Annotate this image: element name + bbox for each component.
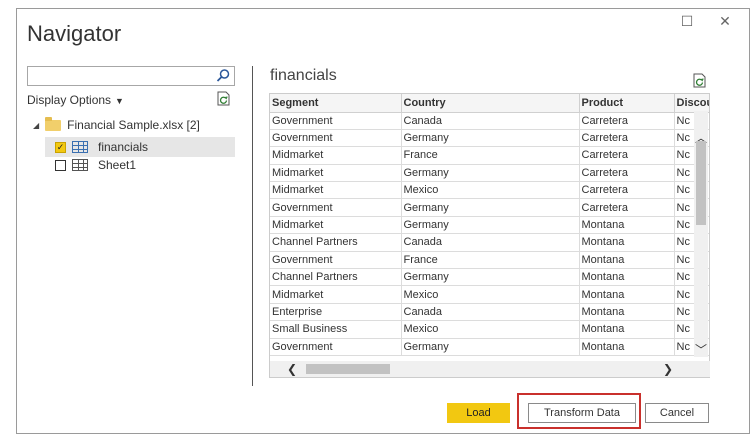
tree-node-workbook[interactable]: ◢ Financial Sample.xlsx [2]: [33, 116, 200, 132]
table-cell[interactable]: Montana: [579, 338, 675, 356]
checkbox-sheet1[interactable]: [55, 159, 66, 171]
maximize-icon[interactable]: ☐: [677, 11, 697, 31]
display-options-dropdown[interactable]: Display Options ▼: [27, 93, 124, 107]
tree-item-sheet1[interactable]: Sheet1: [45, 158, 136, 172]
table-cell[interactable]: Carretera: [579, 164, 675, 183]
table-row: Midmarket Germany Carretera Nc: [270, 164, 709, 183]
navigator-dialog: ☐ ✕ Navigator Display Options ▼ ◢ Financi…: [16, 8, 750, 434]
folder-icon: [45, 116, 62, 131]
table-cell[interactable]: Montana: [579, 216, 675, 235]
vertical-scrollbar[interactable]: ︿ ﹀: [694, 111, 708, 357]
scroll-down-icon[interactable]: ﹀: [694, 343, 708, 357]
horizontal-scroll-thumb[interactable]: [306, 364, 390, 374]
table-cell[interactable]: Canada: [401, 233, 580, 252]
table-cell[interactable]: Germany: [401, 268, 580, 287]
tree-node-label: Financial Sample.xlsx [2]: [67, 118, 200, 132]
table-cell[interactable]: Carretera: [579, 198, 675, 217]
table-cell[interactable]: Montana: [579, 233, 675, 252]
table-cell[interactable]: Montana: [579, 251, 675, 270]
close-icon[interactable]: ✕: [715, 11, 735, 31]
table-cell[interactable]: Germany: [401, 216, 580, 235]
table-row: Small Business Mexico Montana Nc: [270, 320, 709, 339]
table-row: Government Canada Carretera Nc: [270, 112, 709, 130]
table-cell[interactable]: Montana: [579, 320, 675, 339]
dialog-title: Navigator: [27, 21, 122, 46]
preview-title: financials: [270, 67, 337, 84]
table-cell[interactable]: Carretera: [579, 129, 675, 148]
table-row: Midmarket France Carretera Nc: [270, 146, 709, 165]
table-cell[interactable]: France: [401, 251, 580, 270]
table-row: Midmarket Mexico Montana Nc: [270, 285, 709, 304]
table-cell[interactable]: Canada: [401, 303, 580, 322]
cancel-button[interactable]: Cancel: [645, 403, 709, 423]
table-cell[interactable]: Montana: [579, 285, 675, 304]
scroll-right-icon[interactable]: ❯: [660, 361, 676, 377]
table-cell[interactable]: Government: [270, 198, 402, 217]
table-cell[interactable]: Midmarket: [270, 285, 402, 304]
table-cell[interactable]: Mexico: [401, 320, 580, 339]
table-cell[interactable]: Germany: [401, 198, 580, 217]
table-cell[interactable]: Government: [270, 129, 402, 148]
table-cell[interactable]: Government: [270, 112, 402, 130]
table-icon: [72, 141, 88, 153]
table-cell[interactable]: Mexico: [401, 285, 580, 304]
tree-item-financials[interactable]: ✓ financials: [45, 137, 235, 157]
table-cell[interactable]: Channel Partners: [270, 233, 402, 252]
tree-item-label: financials: [98, 140, 149, 154]
table-cell[interactable]: Government: [270, 251, 402, 270]
table-cell[interactable]: Carretera: [579, 146, 675, 165]
column-header[interactable]: Segment: [270, 94, 402, 113]
preview-table: Segment Country Product Discou Governmen…: [270, 94, 709, 356]
scroll-left-icon[interactable]: ❮: [284, 361, 300, 377]
refresh-preview-icon[interactable]: [692, 73, 708, 89]
table-row: Channel Partners Canada Montana Nc: [270, 233, 709, 252]
table-row: Midmarket Mexico Carretera Nc: [270, 181, 709, 200]
load-button[interactable]: Load: [447, 403, 510, 423]
refresh-icon[interactable]: [216, 91, 232, 107]
table-row: Midmarket Germany Montana Nc: [270, 216, 709, 235]
table-cell[interactable]: Montana: [579, 303, 675, 322]
table-row: Channel Partners Germany Montana Nc: [270, 268, 709, 287]
table-row: Enterprise Canada Montana Nc: [270, 303, 709, 322]
table-header-row: Segment Country Product Discou: [270, 94, 709, 113]
table-cell[interactable]: Midmarket: [270, 216, 402, 235]
table-cell[interactable]: Channel Partners: [270, 268, 402, 287]
table-cell[interactable]: Midmarket: [270, 181, 402, 200]
table-cell[interactable]: Government: [270, 338, 402, 356]
chevron-down-icon: ▼: [115, 96, 124, 106]
pane-divider[interactable]: [252, 66, 253, 386]
table-row: Government Germany Montana Nc: [270, 338, 709, 356]
table-row: Government Germany Carretera Nc: [270, 129, 709, 148]
table-cell[interactable]: Enterprise: [270, 303, 402, 322]
table-cell[interactable]: Germany: [401, 164, 580, 183]
sheet-icon: [72, 159, 88, 171]
table-row: Government France Montana Nc: [270, 251, 709, 270]
table-cell[interactable]: Carretera: [579, 112, 675, 130]
preview-grid[interactable]: Segment Country Product Discou Governmen…: [269, 93, 710, 378]
search-icon[interactable]: [215, 68, 231, 84]
search-input[interactable]: [27, 66, 235, 86]
tree-item-label: Sheet1: [98, 158, 137, 172]
checkbox-financials[interactable]: ✓: [55, 141, 66, 153]
table-cell[interactable]: Montana: [579, 268, 675, 287]
table-cell[interactable]: Germany: [401, 338, 580, 356]
horizontal-scrollbar[interactable]: ❮ ❯: [270, 361, 710, 377]
column-header[interactable]: Country: [401, 94, 580, 113]
table-cell[interactable]: Small Business: [270, 320, 402, 339]
table-cell[interactable]: Carretera: [579, 181, 675, 200]
table-cell[interactable]: Midmarket: [270, 146, 402, 165]
collapse-icon[interactable]: ◢: [33, 121, 39, 130]
table-cell[interactable]: Germany: [401, 129, 580, 148]
table-cell[interactable]: Midmarket: [270, 164, 402, 183]
table-cell[interactable]: Mexico: [401, 181, 580, 200]
transform-data-button[interactable]: Transform Data: [528, 403, 636, 423]
table-row: Government Germany Carretera Nc: [270, 198, 709, 217]
table-cell[interactable]: Canada: [401, 112, 580, 130]
column-header[interactable]: Product: [579, 94, 675, 113]
display-options-label: Display Options: [27, 93, 112, 107]
vertical-scroll-thumb[interactable]: [696, 141, 706, 225]
column-header[interactable]: Discou: [674, 94, 709, 113]
table-cell[interactable]: France: [401, 146, 580, 165]
